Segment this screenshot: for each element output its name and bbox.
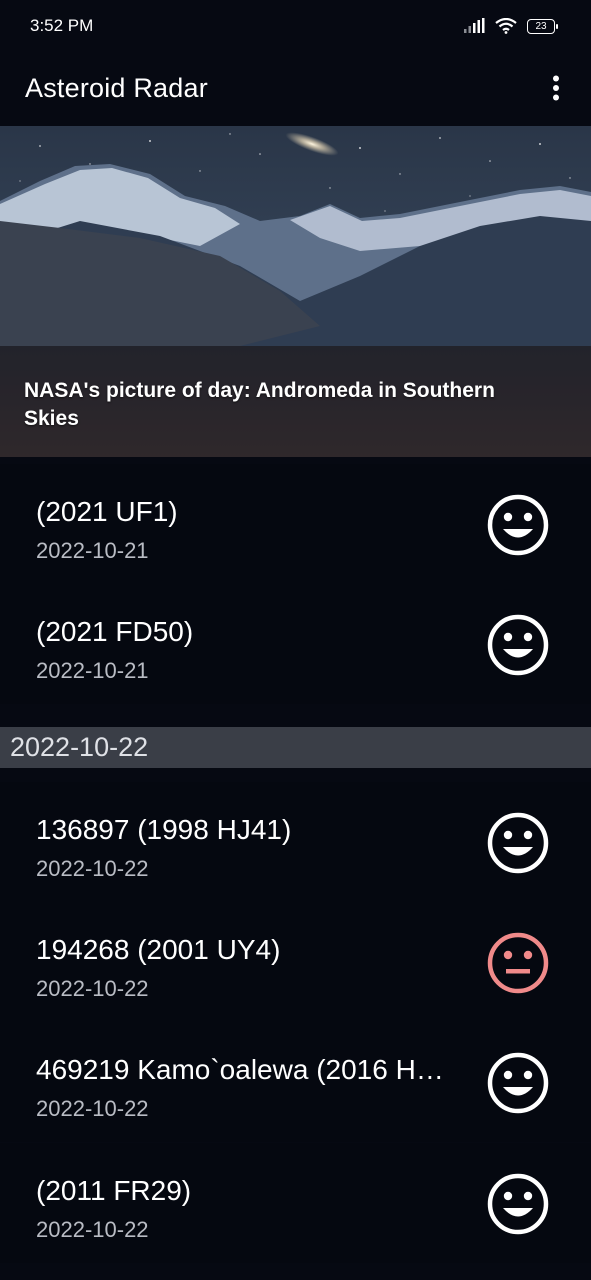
asteroid-date: 2022-10-22 — [36, 1096, 149, 1121]
status-bar: 3:52 PM 23 — [0, 0, 591, 52]
asteroid-list-item[interactable]: (2021 FD50) 2022-10-21 — [0, 584, 591, 704]
neutral-face-icon — [487, 932, 549, 994]
battery-icon: 23 — [527, 18, 558, 34]
battery-level: 23 — [535, 20, 547, 32]
asteroid-name: 469219 Kamo`oalewa (2016 HO3) — [36, 1054, 446, 1085]
asteroid-name: 136897 (1998 HJ41) — [36, 814, 292, 845]
asteroid-date: 2022-10-22 — [36, 856, 149, 881]
asteroid-list-item[interactable]: (2011 FR29) 2022-10-22 — [0, 1143, 591, 1263]
asteroid-date: 2022-10-21 — [36, 658, 149, 683]
app-bar: Asteroid Radar — [0, 52, 591, 124]
asteroid-date: 2022-10-21 — [36, 538, 149, 563]
status-icons: 23 — [463, 18, 558, 34]
asteroid-list-item[interactable]: 194268 (2001 UY4) 2022-10-22 — [0, 902, 591, 1022]
wifi-icon — [495, 18, 517, 34]
smiley-face-icon — [487, 812, 549, 874]
status-time: 3:52 PM — [30, 16, 94, 35]
smiley-face-icon — [487, 1052, 549, 1114]
picture-of-day[interactable]: NASA's picture of day: Andromeda in Sout… — [0, 126, 591, 457]
asteroid-name: (2021 FD50) — [36, 616, 194, 647]
signal-icon — [464, 18, 485, 33]
asteroid-list-item[interactable]: 469219 Kamo`oalewa (2016 HO3) 2022-10-22 — [0, 1022, 591, 1142]
asteroid-date: 2022-10-22 — [36, 976, 149, 1001]
smiley-face-icon — [487, 494, 549, 556]
smiley-face-icon — [487, 614, 549, 676]
date-section-header: 2022-10-22 — [0, 727, 591, 768]
asteroid-name: (2021 UF1) — [36, 496, 178, 527]
asteroid-list-item[interactable]: (2021 UF1) 2022-10-21 — [0, 464, 591, 584]
asteroid-name: (2011 FR29) — [36, 1175, 192, 1206]
more-vert-icon — [553, 75, 559, 101]
asteroid-date: 2022-10-22 — [36, 1217, 149, 1242]
more-options-button[interactable] — [541, 68, 571, 108]
asteroid-list-item[interactable]: 136897 (1998 HJ41) 2022-10-22 — [0, 782, 591, 902]
picture-of-day-caption: NASA's picture of day: Andromeda in Sout… — [24, 379, 495, 430]
asteroid-name: 194268 (2001 UY4) — [36, 934, 281, 965]
smiley-face-icon — [487, 1173, 549, 1235]
app-title: Asteroid Radar — [25, 72, 208, 103]
